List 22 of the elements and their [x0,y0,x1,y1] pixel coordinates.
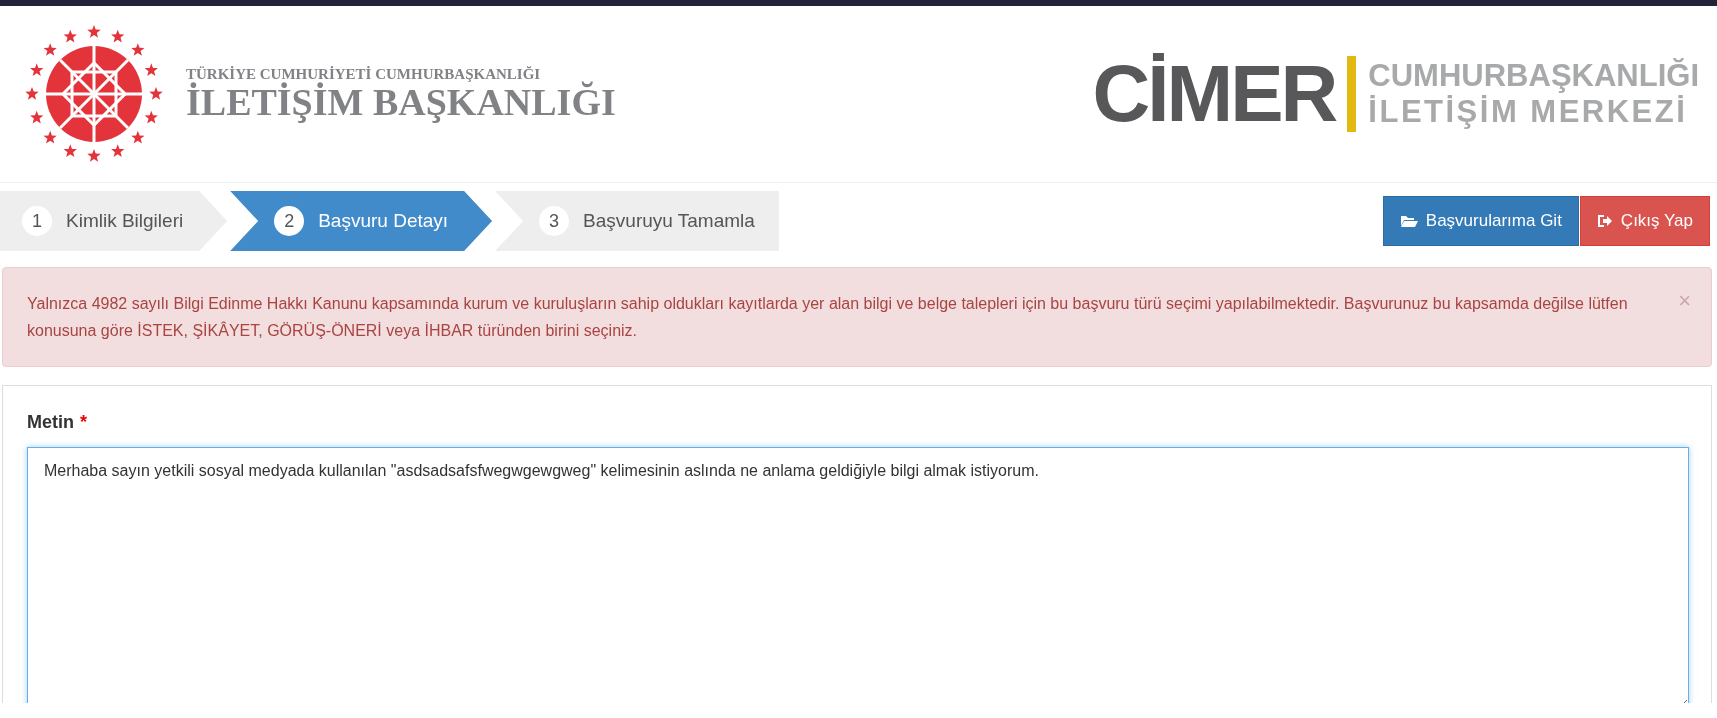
step-label: Başvuru Detayı [318,210,449,232]
brand-logo-text: CİMER [1092,54,1336,134]
step-number: 2 [274,206,305,236]
brand-subtitle: CUMHURBAŞKANLIĞI [1368,58,1699,94]
alert-message: Yalnızca 4982 sayılı Bilgi Edinme Hakkı Kanunu kapsamında kurum ve kuruluşların sahip oldukları kayıtlarda yer alan bilgi ve belge talepleri için bu başvuru türü seçimi yapılabilmektedir. Başvurunuz bu kapsamda değilse lütfen konusuna göre İSTEK, ŞİKÂYET, GÖRÜŞ-ÖNERİ veya İHBAR türünden birini seçiniz. [27,294,1629,342]
logout-button[interactable]: Çıkış Yap [1579,196,1710,246]
org-title: İLETİŞİM BAŞKANLIĞI [186,82,616,123]
step-label: Başvuruyu Tamamla [583,210,755,232]
sign-out-icon [1596,214,1613,228]
field-label: Metin [27,412,74,434]
org-subtitle: TÜRKİYE CUMHURİYETİ CUMHURBAŞKANLIĞI [186,65,541,82]
required-mark: * [80,412,87,434]
step-number: 3 [539,206,570,236]
step-number: 1 [22,206,52,236]
step-tab[interactable]: 2 Başvuru Detayı [230,191,493,251]
brand-subtitle: İLETİŞİM MERKEZİ [1368,94,1689,130]
step-tab[interactable]: 1 Kimlik Bilgileri [0,191,228,251]
step-label: Kimlik Bilgileri [66,210,184,232]
step-tab[interactable]: 3 Başvuruyu Tamamla [495,191,779,251]
folder-icon [1399,214,1418,228]
applications-button[interactable]: Başvurularıma Git [1382,196,1579,246]
text-area[interactable]: Merhaba sayın yetkili sosyal medyada kullanılan "asdsadsafsfwegwgewgweg" kelimesinin aslında ne anlama geldiğiyle bilgi almak istiyorum. [27,447,1689,704]
